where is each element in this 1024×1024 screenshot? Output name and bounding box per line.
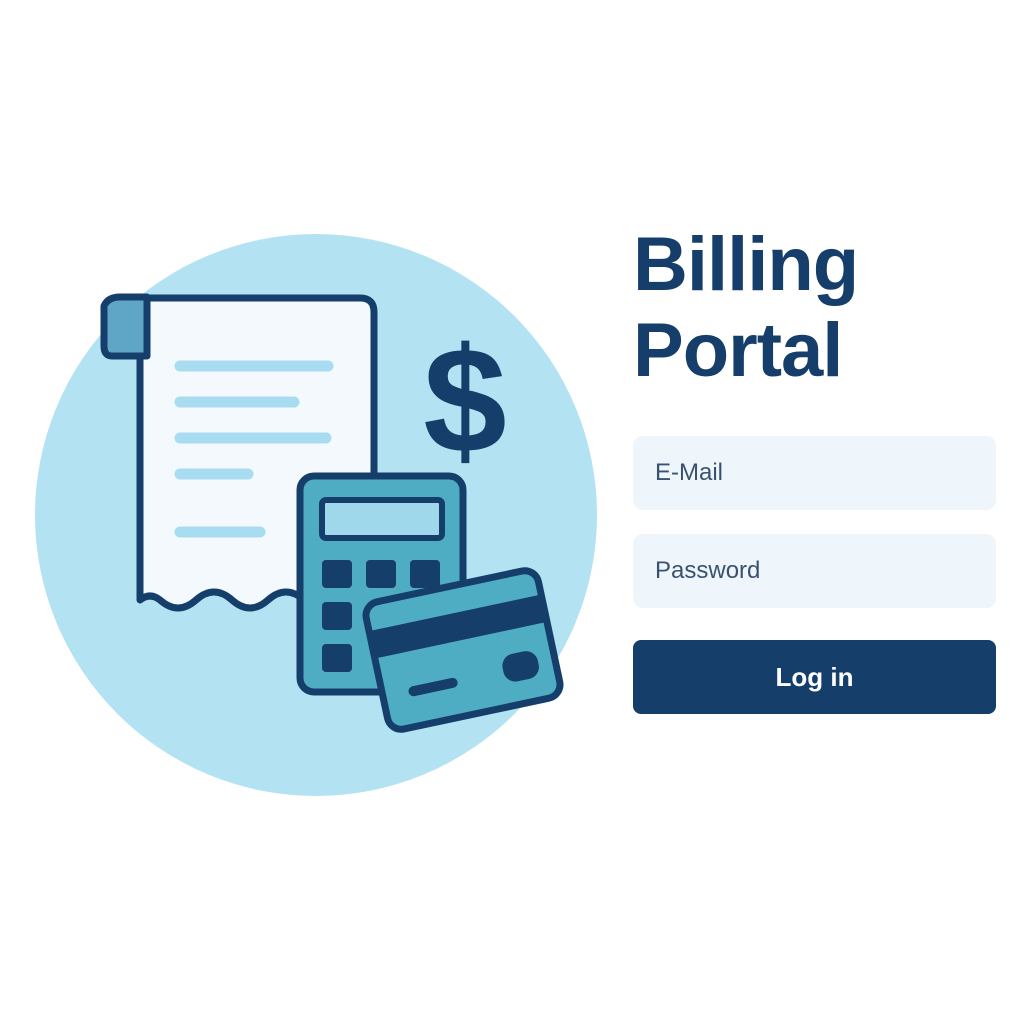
dollar-sign-icon: $ xyxy=(423,316,506,484)
login-page: $ Billing Portal Log in xyxy=(0,0,1024,1024)
page-title: Billing Portal xyxy=(633,222,996,394)
billing-illustration: $ xyxy=(35,234,597,796)
login-button[interactable]: Log in xyxy=(633,640,996,714)
title-line-billing: Billing xyxy=(633,222,859,307)
login-form: Billing Portal Log in xyxy=(633,222,996,714)
email-input[interactable] xyxy=(633,436,996,510)
title-line-portal: Portal xyxy=(633,308,843,393)
password-input[interactable] xyxy=(633,534,996,608)
